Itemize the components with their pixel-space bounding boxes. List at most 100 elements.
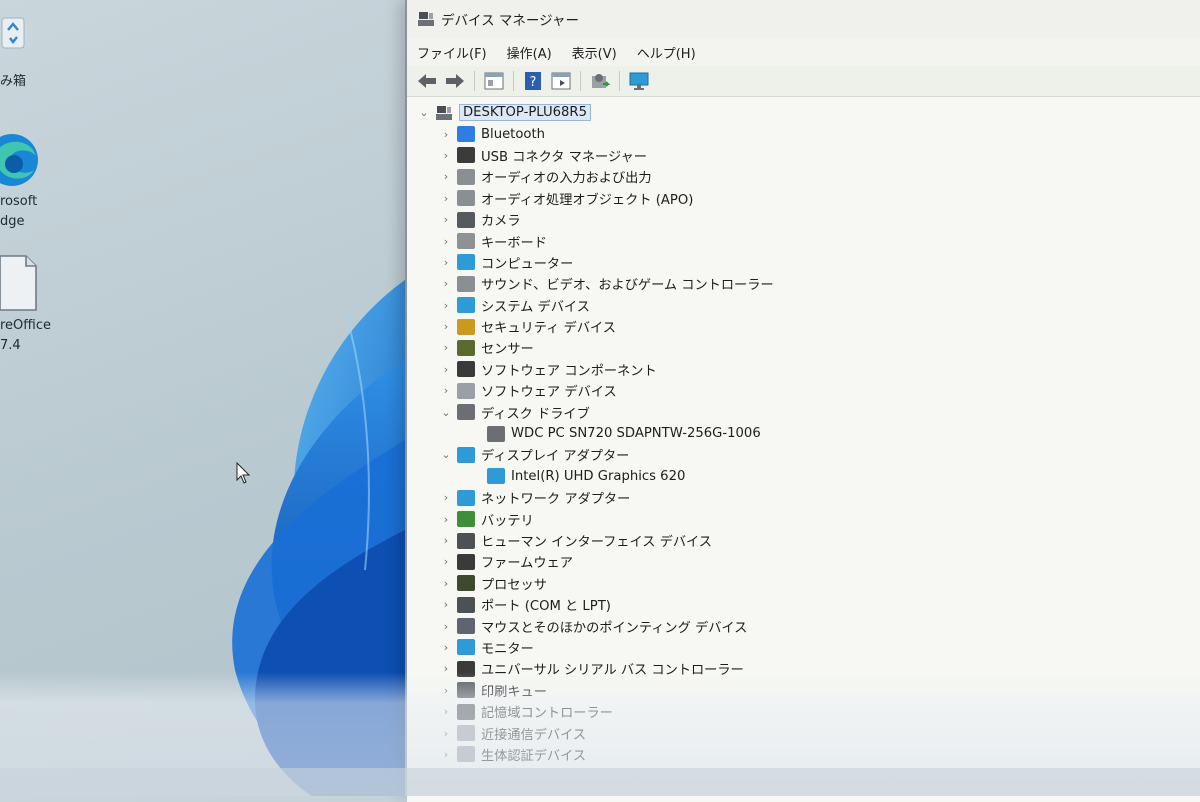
menu-action[interactable]: 操作(A)	[507, 43, 552, 62]
chevron-right-icon[interactable]: ›	[439, 299, 453, 312]
tree-category-label: コンピューター	[481, 256, 574, 272]
tree-category[interactable]: › USB コネクタ マネージャー	[407, 145, 1200, 166]
menu-view[interactable]: 表示(V)	[572, 43, 617, 62]
tree-category[interactable]: › Bluetooth	[407, 123, 1200, 144]
tree-category-label: プロセッサ	[481, 577, 547, 593]
mouse-cursor-icon	[236, 462, 251, 484]
tree-category-label: キーボード	[481, 235, 547, 251]
monitor-icon	[629, 72, 649, 90]
scan-hardware-button[interactable]	[628, 70, 650, 92]
tree-category[interactable]: › バッテリ	[407, 508, 1200, 529]
chevron-right-icon[interactable]: ›	[439, 598, 453, 611]
device-manager-window: デバイス マネージャー ファイル(F) 操作(A) 表示(V) ヘルプ(H) ?	[405, 0, 1200, 802]
chevron-right-icon[interactable]: ›	[439, 213, 453, 226]
chevron-right-icon[interactable]: ›	[439, 491, 453, 504]
tree-category[interactable]: › ポート (COM と LPT)	[407, 594, 1200, 615]
chevron-right-icon[interactable]: ›	[439, 662, 453, 675]
network-icon	[457, 489, 475, 506]
toolbar-separator	[513, 71, 514, 91]
tree-category-label: システム デバイス	[481, 299, 590, 315]
chevron-right-icon[interactable]: ›	[439, 192, 453, 205]
chevron-right-icon[interactable]: ›	[439, 641, 453, 654]
chevron-right-icon[interactable]: ›	[439, 384, 453, 397]
tree-category[interactable]: › ソフトウェア デバイス	[407, 380, 1200, 401]
tree-device[interactable]: Intel(R) UHD Graphics 620	[407, 466, 1200, 487]
hid-icon	[457, 532, 475, 549]
menu-help[interactable]: ヘルプ(H)	[637, 43, 696, 62]
tree-root[interactable]: ⌄ DESKTOP-PLU68R5	[407, 102, 1200, 123]
chevron-down-icon[interactable]: ⌄	[439, 406, 453, 419]
chevron-right-icon[interactable]: ›	[439, 363, 453, 376]
tree-category[interactable]: › センサー	[407, 337, 1200, 358]
chevron-right-icon[interactable]: ›	[439, 534, 453, 547]
tree-category[interactable]: › サウンド、ビデオ、およびゲーム コントローラー	[407, 273, 1200, 294]
menu-file[interactable]: ファイル(F)	[417, 43, 487, 62]
help-icon: ?	[525, 72, 541, 90]
tree-category[interactable]: › ユニバーサル シリアル バス コントローラー	[407, 658, 1200, 679]
tree-category[interactable]: › ヒューマン インターフェイス デバイス	[407, 530, 1200, 551]
action-pane-button[interactable]	[550, 70, 572, 92]
speaker-icon	[457, 168, 475, 185]
tree-category[interactable]: › オーディオ処理オブジェクト (APO)	[407, 188, 1200, 209]
chevron-right-icon[interactable]: ›	[439, 170, 453, 183]
device-manager-app-icon	[418, 12, 434, 26]
device-tree[interactable]: ⌄ DESKTOP-PLU68R5 › Bluetooth › USB コネクタ マネ…	[407, 97, 1200, 802]
chevron-right-icon[interactable]: ›	[439, 235, 453, 248]
tree-category[interactable]: › 印刷キュー	[407, 680, 1200, 701]
tree-category-label: バッテリ	[481, 513, 534, 529]
taskbar	[0, 768, 1200, 796]
chevron-right-icon[interactable]: ›	[439, 684, 453, 697]
chevron-right-icon[interactable]: ›	[439, 341, 453, 354]
back-button[interactable]	[416, 70, 438, 92]
tree-category[interactable]: › キーボード	[407, 230, 1200, 251]
help-button[interactable]: ?	[522, 70, 544, 92]
mouse-icon	[457, 618, 475, 635]
tree-category[interactable]: › コンピューター	[407, 252, 1200, 273]
chevron-right-icon[interactable]: ›	[439, 620, 453, 633]
tree-category[interactable]: ⌄ ディスプレイ アダプター	[407, 444, 1200, 465]
tree-category-label: ディスプレイ アダプター	[481, 449, 630, 465]
chevron-right-icon[interactable]: ›	[439, 555, 453, 568]
tree-category[interactable]: › 近接通信デバイス	[407, 722, 1200, 743]
tree-category[interactable]: › プロセッサ	[407, 573, 1200, 594]
desktop-icon-label: rosoft	[0, 194, 38, 209]
sensor-icon	[457, 339, 475, 356]
chevron-right-icon[interactable]: ›	[439, 320, 453, 333]
title-bar[interactable]: デバイス マネージャー	[407, 0, 1200, 38]
tree-category-label: センサー	[481, 342, 534, 358]
tree-category[interactable]: › モニター	[407, 637, 1200, 658]
tree-category-label: ソフトウェア デバイス	[481, 385, 617, 401]
tree-category[interactable]: › ソフトウェア コンポーネント	[407, 359, 1200, 380]
chevron-down-icon[interactable]: ⌄	[417, 106, 431, 119]
chevron-right-icon[interactable]: ›	[439, 256, 453, 269]
tree-category-label: ヒューマン インターフェイス デバイス	[481, 535, 712, 550]
tree-category[interactable]: ⌄ ディスク ドライブ	[407, 401, 1200, 422]
chevron-right-icon[interactable]: ›	[439, 577, 453, 590]
tree-category[interactable]: › ネットワーク アダプター	[407, 487, 1200, 508]
desktop-icon-label: dge	[0, 214, 25, 229]
tree-category[interactable]: › マウスとそのほかのポインティング デバイス	[407, 615, 1200, 636]
properties-button[interactable]	[483, 70, 505, 92]
tree-category[interactable]: › 生体認証デバイス	[407, 744, 1200, 765]
keyboard-icon	[457, 233, 475, 250]
chevron-right-icon[interactable]: ›	[439, 149, 453, 162]
update-driver-button[interactable]	[589, 70, 611, 92]
chevron-right-icon[interactable]: ›	[439, 727, 453, 740]
chevron-right-icon[interactable]: ›	[439, 748, 453, 761]
tree-category[interactable]: › 記憶域コントローラー	[407, 701, 1200, 722]
tree-device[interactable]: WDC PC SN720 SDAPNTW-256G-1006	[407, 423, 1200, 444]
tree-category[interactable]: › カメラ	[407, 209, 1200, 230]
chevron-right-icon[interactable]: ›	[439, 128, 453, 141]
tree-category[interactable]: › システム デバイス	[407, 295, 1200, 316]
tree-category[interactable]: › オーディオの入力および出力	[407, 166, 1200, 187]
action-pane-icon	[551, 72, 571, 90]
chevron-right-icon[interactable]: ›	[439, 513, 453, 526]
tree-category[interactable]: › ファームウェア	[407, 551, 1200, 572]
forward-button[interactable]	[444, 70, 466, 92]
display-adapter-icon	[457, 446, 475, 463]
tree-category[interactable]: › セキュリティ デバイス	[407, 316, 1200, 337]
chevron-down-icon[interactable]: ⌄	[439, 448, 453, 461]
chevron-right-icon[interactable]: ›	[439, 705, 453, 718]
chevron-right-icon[interactable]: ›	[439, 277, 453, 290]
tree-category-label: ソフトウェア コンポーネント	[481, 363, 657, 379]
